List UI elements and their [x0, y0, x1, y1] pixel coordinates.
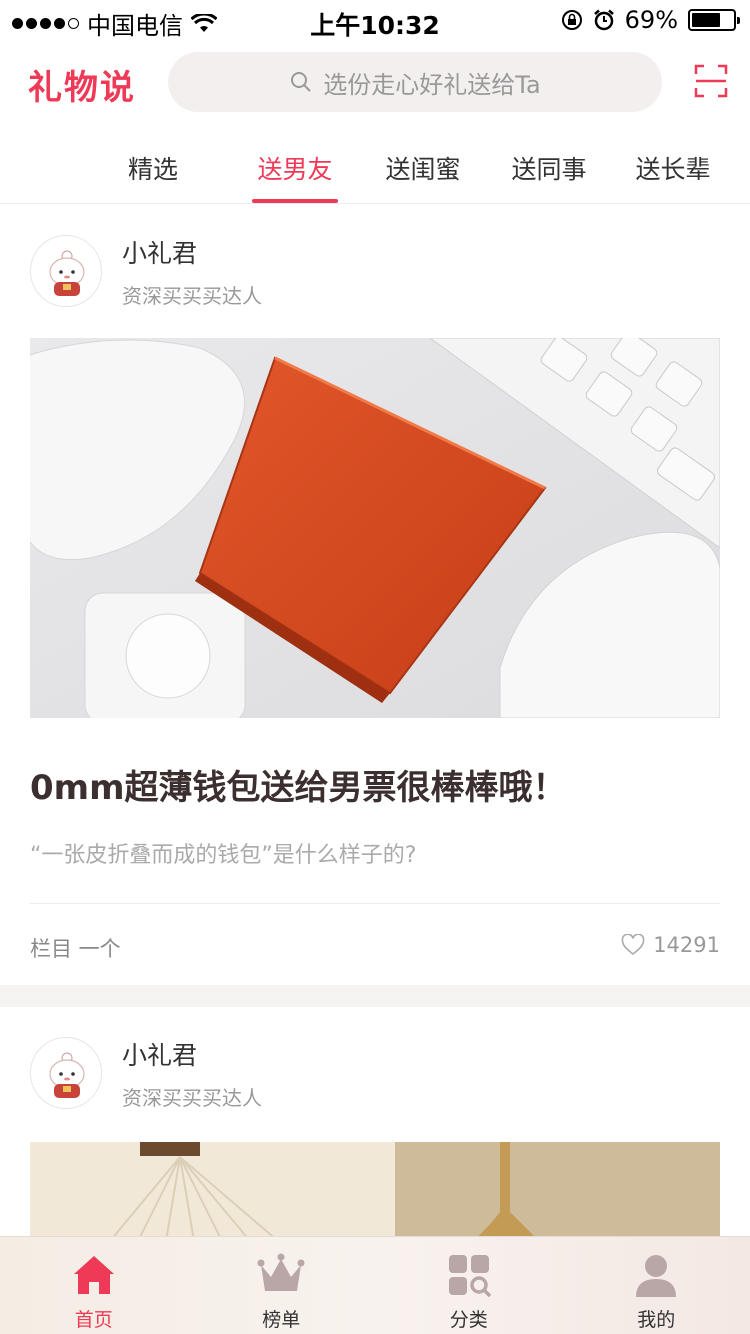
status-right: 69% — [561, 6, 740, 34]
tab-label: 送长辈 — [635, 155, 711, 184]
article-card[interactable]: 小礼君 资深买买买达人 — [0, 205, 750, 985]
rotation-lock-icon — [561, 10, 582, 30]
like-count: 14291 — [653, 933, 720, 957]
category-tabs: 精选 送男友 送闺蜜 送同事 送长辈 — [0, 134, 750, 204]
battery-fill — [692, 13, 720, 27]
tab-label: 精选 — [127, 155, 178, 184]
card-separator — [0, 985, 750, 1007]
status-bar: 中国电信 上午10:32 69% — [0, 0, 750, 40]
author-name[interactable]: 小礼君 — [122, 1036, 262, 1072]
search-icon — [291, 72, 312, 92]
article-description: “一张皮折叠而成的钱包”是什么样子的? — [30, 843, 417, 868]
tab-for-boyfriend[interactable]: 送男友 — [252, 134, 338, 203]
tab-featured[interactable]: 精选 — [94, 134, 212, 203]
tabbar-home[interactable]: 首页 — [0, 1237, 188, 1334]
avatar[interactable] — [30, 1037, 102, 1109]
tabbar-ranking[interactable]: 榜单 — [188, 1237, 376, 1334]
tab-for-bestie[interactable]: 送闺蜜 — [378, 134, 468, 203]
crown-icon — [257, 1253, 305, 1291]
like-button[interactable]: 14291 — [621, 933, 720, 957]
article-cover-image[interactable] — [30, 338, 720, 718]
wallet-photo — [30, 338, 720, 718]
article-column[interactable]: 栏目 一个 — [30, 933, 121, 963]
alarm-icon — [593, 9, 614, 31]
avatar[interactable] — [30, 235, 102, 307]
tabbar-label: 首页 — [74, 1309, 113, 1331]
author-name[interactable]: 小礼君 — [122, 234, 262, 270]
author-info[interactable]: 小礼君 资深买买买达人 — [30, 234, 262, 308]
mascot-avatar-icon — [49, 1052, 85, 1098]
search-bar[interactable]: 选份走心好礼送给Ta — [168, 52, 662, 112]
tabbar-label: 分类 — [449, 1309, 488, 1331]
tab-label: 送闺蜜 — [385, 155, 461, 184]
bottom-tab-bar: 首页 榜单 分类 我的 — [0, 1236, 750, 1334]
search-placeholder: 选份走心好礼送给Ta — [323, 70, 541, 99]
app-logo[interactable]: 礼物说 — [28, 60, 136, 109]
app-header: 礼物说 选份走心好礼送给Ta — [0, 48, 750, 118]
battery-icon — [688, 9, 740, 31]
tab-label: 送男友 — [257, 155, 333, 184]
author-title: 资深买买买达人 — [122, 283, 262, 308]
scan-icon[interactable] — [694, 64, 728, 98]
home-icon — [73, 1256, 114, 1294]
tabbar-label: 榜单 — [262, 1309, 301, 1331]
tab-for-elder[interactable]: 送长辈 — [630, 134, 716, 203]
tabbar-category[interactable]: 分类 — [375, 1237, 563, 1334]
profile-icon — [636, 1255, 677, 1297]
card-divider — [30, 903, 720, 904]
article-title[interactable]: 0mm超薄钱包送给男票很棒棒哦！ — [30, 760, 720, 809]
tabbar-profile[interactable]: 我的 — [563, 1237, 750, 1334]
heart-icon — [621, 934, 645, 956]
tab-label: 送同事 — [511, 155, 587, 184]
tabbar-label: 我的 — [637, 1309, 676, 1331]
category-icon — [448, 1255, 491, 1298]
author-title: 资深买买买达人 — [122, 1085, 262, 1110]
active-tab-indicator — [252, 199, 338, 203]
author-info[interactable]: 小礼君 资深买买买达人 — [30, 1036, 262, 1110]
battery-percent: 69% — [624, 6, 678, 34]
mascot-avatar-icon — [49, 250, 85, 296]
tab-for-colleague[interactable]: 送同事 — [504, 134, 594, 203]
